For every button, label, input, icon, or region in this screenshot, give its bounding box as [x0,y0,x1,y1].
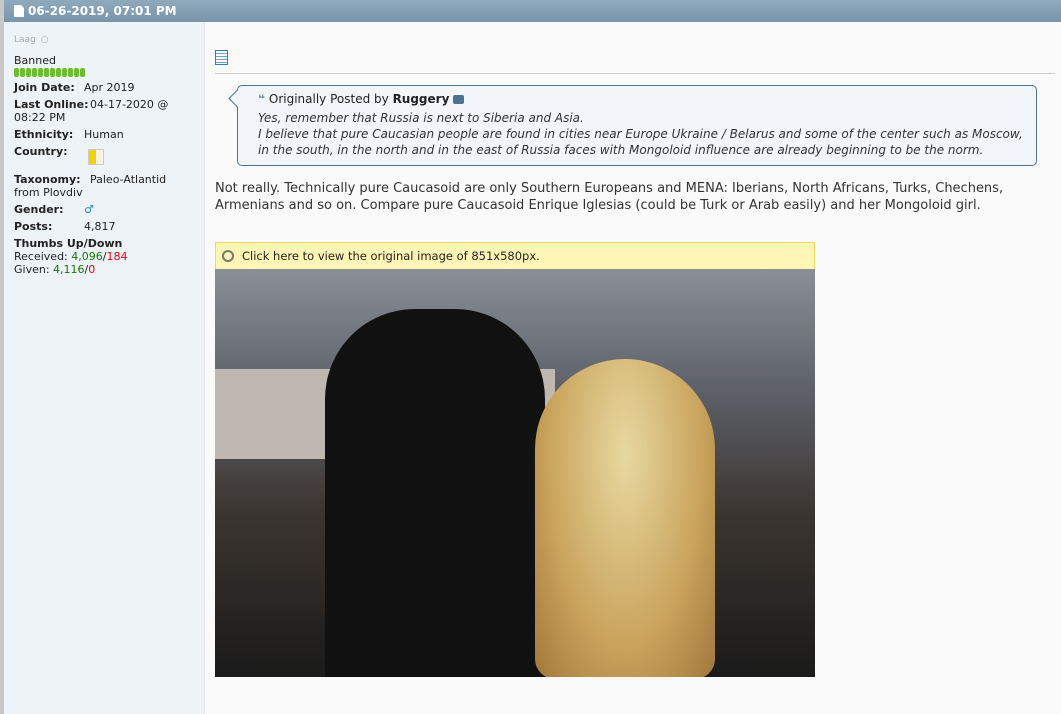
gender: Gender: ♂ [14,203,94,216]
thumbs-heading: Thumbs Up/Down [14,237,123,250]
quote-author[interactable]: Ruggery [393,92,450,106]
thumbs-given: Given: 4,116/0 [14,263,96,276]
reputation-pip [26,68,31,77]
divider [215,73,1055,74]
user-sidebar: Laag ○ Banned Join Date: Apr 2019 Last On… [4,22,205,714]
reputation-pip [50,68,55,77]
quote-block: ❝ Originally Posted by Ruggery Yes, reme… [237,85,1037,166]
join-date: Join Date: Apr 2019 [14,81,135,94]
post-date: 06-26-2019, 07:01 PM [28,4,177,18]
reputation-pip [14,68,19,77]
offline-icon: ○ [40,35,49,45]
posts: Posts: 4,817 [14,220,116,233]
last-online: Last Online: 04-17-2020 @ 08:22 PM [14,98,169,124]
country-flag-icon [88,149,104,165]
quote-text: Yes, remember that Russia is next to Sib… [258,111,1023,157]
reputation-pip [20,68,25,77]
post-header: 06-26-2019, 07:01 PM [4,0,1061,22]
post-body: ❝ Originally Posted by Ruggery Yes, reme… [215,50,1055,677]
reputation-pip [80,68,85,77]
male-icon: ♂ [84,203,94,216]
taxonomy: Taxonomy: Paleo-Atlantid from Plovdiv [14,173,167,199]
zoom-icon [222,250,234,262]
reputation-pip [68,68,73,77]
post-document-icon [215,50,228,65]
user-title: Banned [14,54,56,67]
reputation-bar [14,68,194,77]
reputation-pip [38,68,43,77]
ethnicity: Ethnicity: Human [14,128,124,141]
reputation-pip [62,68,67,77]
country: Country: [14,145,194,169]
reputation-pip [44,68,49,77]
post-icon [14,5,24,17]
view-original-image-bar[interactable]: Click here to view the original image of… [215,242,815,269]
post-text: Not really. Technically pure Caucasoid a… [215,181,1004,213]
thumbs-received: Received: 4,096/184 [14,250,128,263]
quote-icon: ❝ [258,92,266,106]
view-post-icon[interactable] [453,95,465,104]
reputation-pip [56,68,61,77]
post-image[interactable] [215,269,815,677]
reputation-pip [32,68,37,77]
reputation-pip [74,68,79,77]
username-text[interactable]: Laag [14,35,36,45]
username[interactable]: Laag ○ [14,30,194,46]
